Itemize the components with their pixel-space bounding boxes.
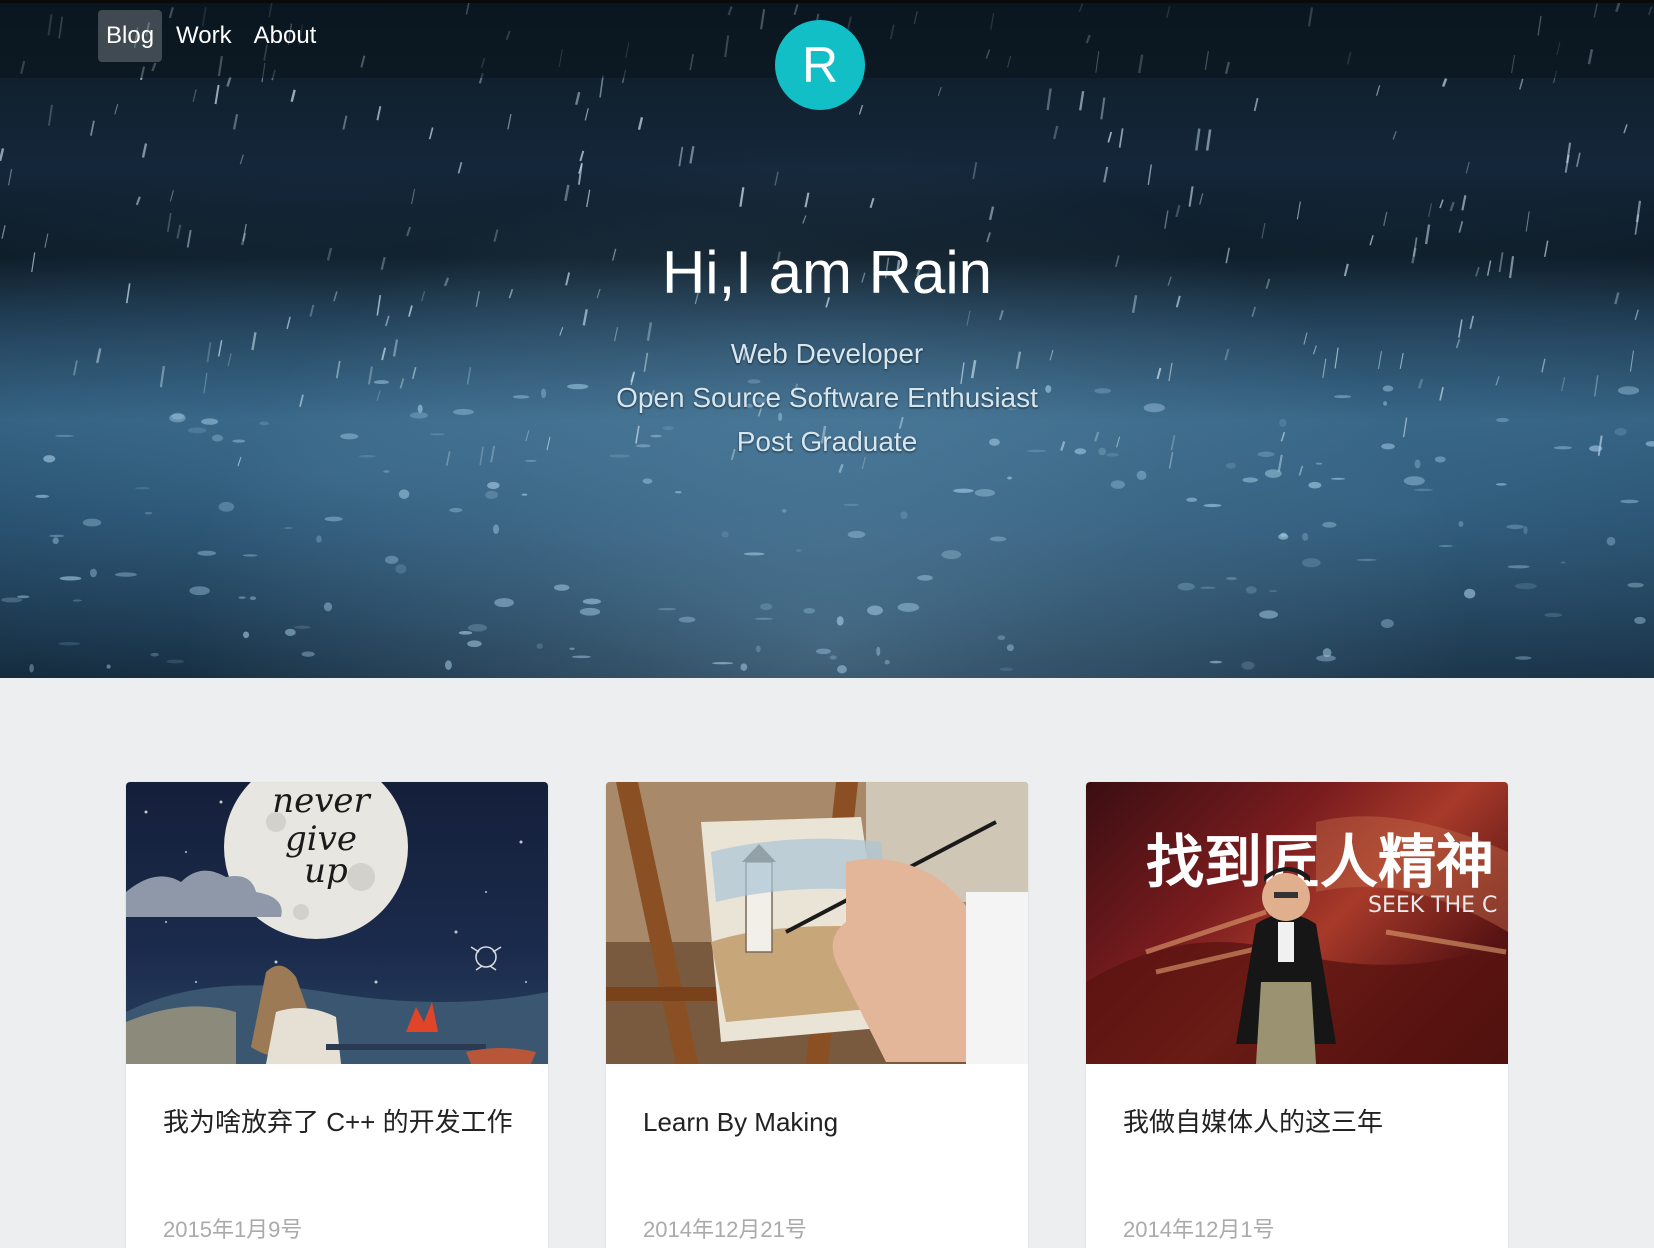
image-sublettering: SEEK THE C [1368, 893, 1497, 918]
top-edge [0, 0, 1654, 3]
site-logo[interactable]: R [775, 20, 865, 110]
post-card[interactable]: never give up 我为啥放弃了 C++ 的开发工作 2015年1月9号 [126, 782, 548, 1248]
main-nav: Blog Work About [98, 8, 324, 64]
speaker-stage-photo: 找到匠人精神 SEEK THE C [1086, 816, 1508, 1064]
post-date: 2014年12月21号 [643, 1217, 807, 1242]
logo-letter: R [801, 37, 839, 93]
nav-about[interactable]: About [246, 10, 325, 62]
nav-work[interactable]: Work [168, 10, 240, 62]
image-lettering: 找到匠人精神 [1146, 828, 1494, 896]
hero-line-interest: Open Source Software Enthusiast [616, 382, 1038, 413]
hero-title: Hi,I am Rain [661, 239, 993, 306]
image-lettering: never [272, 782, 371, 821]
post-thumbnail[interactable]: never give up [126, 782, 548, 1064]
nav-blog[interactable]: Blog [98, 10, 163, 62]
post-title[interactable]: 我做自媒体人的这三年 [1123, 1100, 1475, 1144]
svg-text:up: up [304, 851, 348, 891]
post-list: never give up 我为啥放弃了 C++ 的开发工作 2015年1月9号 [126, 782, 1508, 1248]
post-thumbnail[interactable] [606, 782, 1028, 1064]
hero-line-status: Post Graduate [736, 426, 918, 457]
post-date: 2014年12月1号 [1123, 1217, 1275, 1242]
post-thumbnail[interactable]: 找到匠人精神 SEEK THE C [1086, 782, 1508, 1064]
hero-banner: Blog Work About R Hi,I am Rain Web Devel… [0, 0, 1654, 678]
post-title[interactable]: 我为啥放弃了 C++ 的开发工作 [163, 1100, 515, 1144]
post-date: 2015年1月9号 [163, 1217, 303, 1242]
painting-easel-photo [606, 782, 1028, 1064]
hero-line-role: Web Developer [730, 338, 924, 369]
moon-night-illustration: never give up [126, 782, 548, 1064]
post-card[interactable]: Learn By Making 2014年12月21号 [606, 782, 1028, 1248]
post-card[interactable]: 找到匠人精神 SEEK THE C 我做自媒体人的这三年 2014年12月1号 [1086, 782, 1508, 1248]
post-title[interactable]: Learn By Making [643, 1100, 995, 1144]
hero-subtitle: Web Developer Open Source Software Enthu… [0, 332, 1654, 464]
